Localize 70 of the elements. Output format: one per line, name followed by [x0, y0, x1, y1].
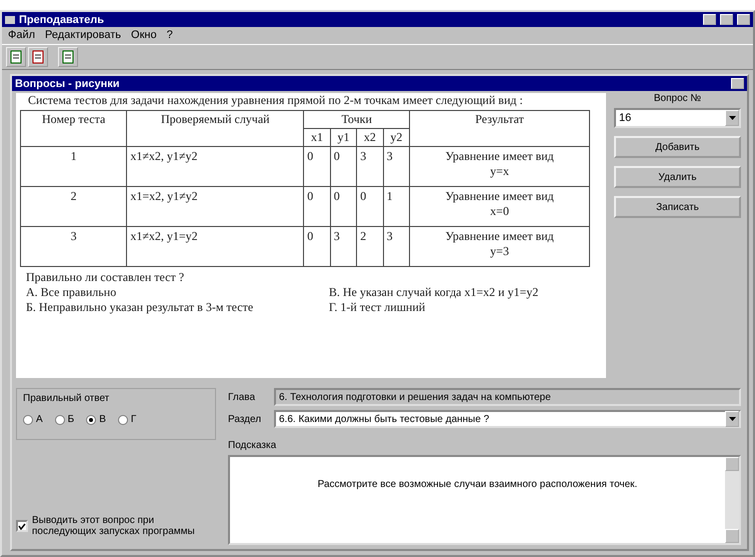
field-label: Глава	[228, 392, 256, 402]
field-label: Раздел	[228, 414, 262, 424]
answer-option: В. Не указан случай когда x1=x2 и y1=y2	[328, 285, 602, 300]
table-cell: 0	[304, 186, 330, 226]
column-header: x2	[356, 128, 384, 146]
answer-option: Б. Неправильно указан результат в 3-м тесте	[26, 300, 317, 315]
table-cell: x1≠x2, y1=y2	[126, 226, 304, 266]
window-title: Преподаватель	[19, 14, 106, 26]
column-header: Проверяемый случай	[126, 110, 304, 146]
dropdown-arrow-icon	[728, 116, 736, 120]
table-cell: 0	[304, 226, 330, 266]
scrollbar[interactable]	[725, 457, 739, 543]
document-icon	[9, 50, 23, 64]
group-title: Правильный ответ	[23, 393, 110, 404]
column-header: Результат	[410, 110, 590, 146]
action-button[interactable]: Добавить	[614, 136, 741, 158]
table-cell: 2	[20, 186, 127, 226]
table-cell: Уравнение имеет вид x=0	[410, 186, 590, 226]
menu-item[interactable]: Окно	[131, 29, 157, 42]
checkbox-label: Выводить этот вопрос при последующих запусках программы	[32, 515, 196, 537]
table-cell: 0	[330, 146, 357, 186]
action-button[interactable]: Удалить	[614, 166, 741, 188]
table-cell: 3	[383, 146, 410, 186]
section-dropdown[interactable]: 6.6. Какими должны быть тестовые данные ?	[274, 410, 741, 428]
table-cell: 0	[330, 186, 357, 226]
menu-item[interactable]: Редактировать	[45, 29, 122, 42]
menu-item[interactable]: Файл	[8, 29, 36, 42]
menu-item[interactable]: ?	[166, 29, 173, 42]
maximize-button[interactable]	[720, 14, 733, 25]
checkmark-icon	[18, 522, 26, 530]
minimize-button[interactable]	[703, 14, 716, 25]
question-number-dropdown[interactable]: 16	[614, 108, 741, 128]
table-cell: 3	[383, 226, 410, 266]
column-header: y1	[330, 128, 357, 146]
dropdown-arrow-icon	[728, 417, 736, 421]
table-cell: 1	[383, 186, 410, 226]
document-icon	[31, 50, 45, 64]
table-cell: 3	[356, 146, 384, 186]
checkbox[interactable]	[16, 520, 28, 532]
answer-option: А. Все правильно	[26, 285, 317, 300]
table-cell: 0	[304, 146, 330, 186]
toolbar-button[interactable]	[28, 47, 48, 67]
table-cell: 0	[356, 186, 384, 226]
toolbar-button[interactable]	[6, 47, 26, 67]
answer-radio[interactable]: В	[86, 414, 106, 425]
column-header: Номер теста	[20, 110, 127, 146]
document-icon	[61, 50, 75, 64]
table-cell: 2	[356, 226, 384, 266]
table-cell: x1=x2, y1≠y2	[126, 186, 304, 226]
hint-field[interactable]: Рассмотрите все возможные случаи взаимного расположения точек.	[228, 455, 741, 545]
child-window-title: Вопросы - рисунки	[15, 78, 121, 90]
answer-option: Г. 1-й тест лишний	[328, 300, 602, 315]
field-label: Подсказка	[228, 440, 276, 451]
column-header: Точки	[304, 110, 410, 128]
toolbar-button[interactable]	[58, 47, 78, 67]
question-prompt: Правильно ли составлен тест ?	[26, 270, 186, 285]
table-cell: 1	[20, 146, 127, 186]
table-cell: 3	[20, 226, 127, 266]
close-button[interactable]	[731, 78, 744, 89]
table-cell: Уравнение имеет вид y=x	[410, 146, 590, 186]
column-header: x1	[304, 128, 330, 146]
table-cell: Уравнение имеет вид y=3	[410, 226, 590, 266]
table-cell: x1≠x2, y1≠y2	[126, 146, 304, 186]
question-number-label: Вопрос №	[654, 93, 702, 104]
table-cell: 3	[330, 226, 357, 266]
answer-radio[interactable]: Б	[54, 414, 74, 425]
question-text: Система тестов для задачи нахождения уравнения прямой по 2-м точкам имеет следующий вид :	[27, 93, 524, 107]
close-button[interactable]	[737, 14, 750, 25]
action-button[interactable]: Записать	[614, 196, 741, 218]
answer-radio[interactable]: А	[23, 414, 43, 425]
